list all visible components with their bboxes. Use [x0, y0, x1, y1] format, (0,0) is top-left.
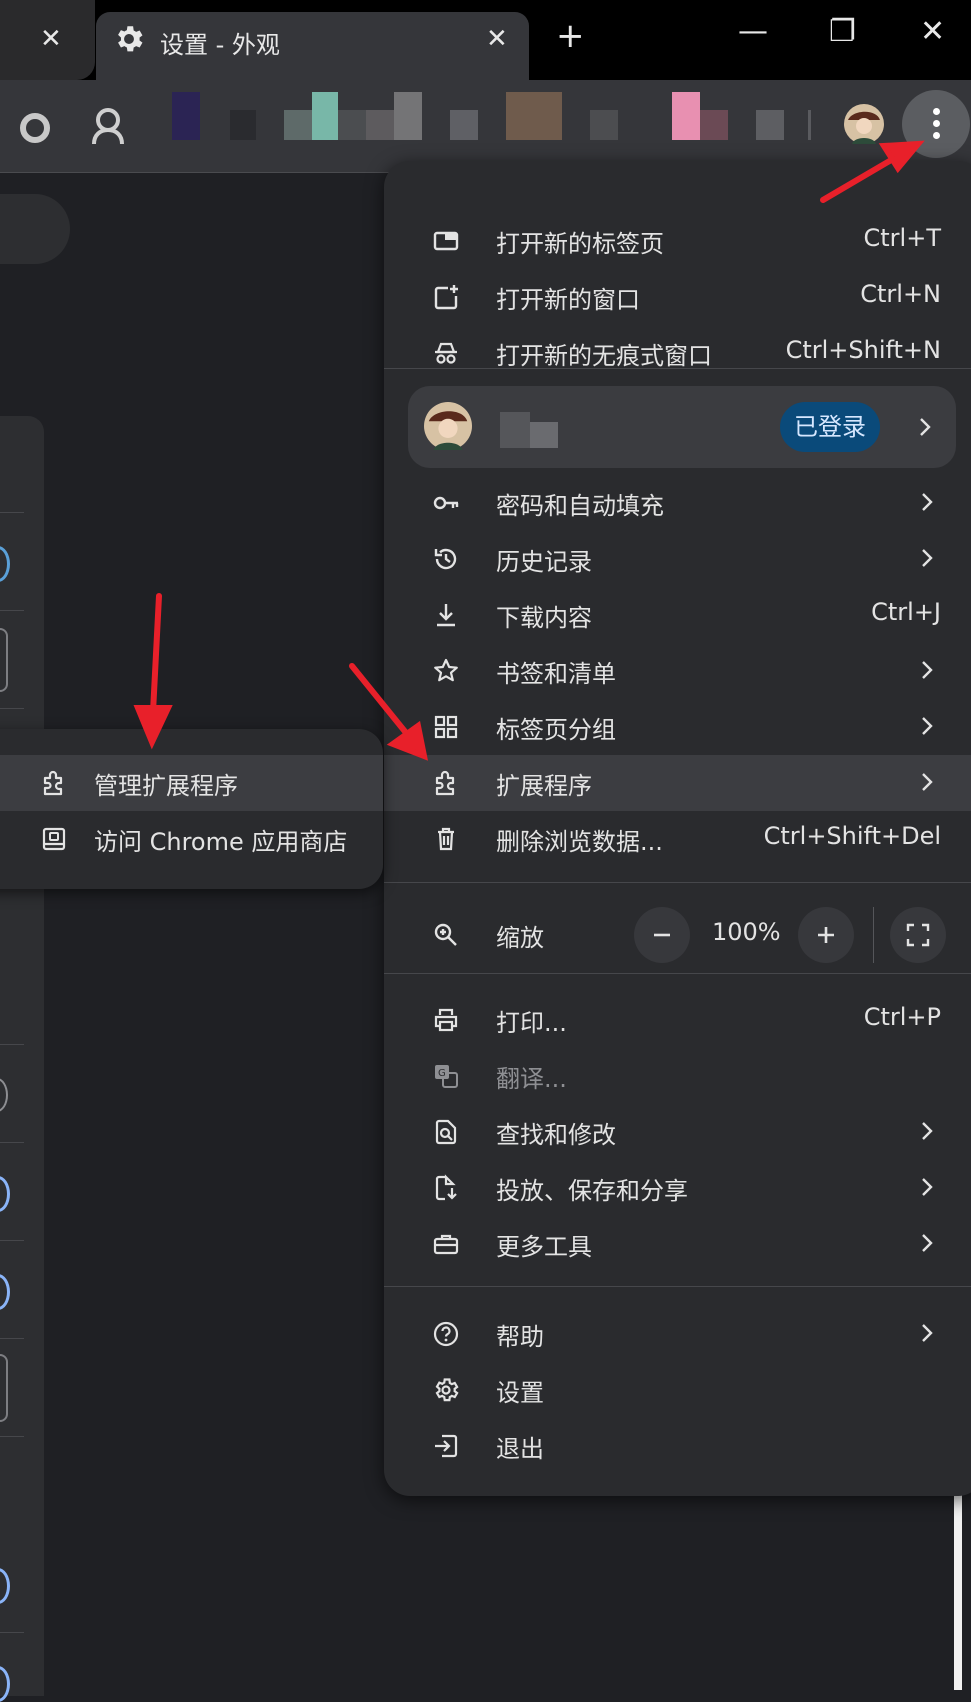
close-tab-icon[interactable]: ✕: [486, 24, 508, 54]
chevron-right-icon: [922, 717, 933, 735]
dropdown-edge[interactable]: [0, 628, 8, 692]
menu-separator: [384, 1286, 971, 1287]
zoom-in-icon: [434, 923, 457, 946]
settings-card: [0, 416, 44, 1696]
dropdown-edge[interactable]: [0, 1354, 8, 1422]
profile-name-redacted: [500, 412, 530, 448]
zoom-level: 100%: [712, 918, 781, 946]
zoom-in-button[interactable]: [798, 907, 854, 963]
new-window-icon: [434, 285, 458, 310]
gear-icon: [118, 26, 143, 52]
star-icon: [434, 658, 458, 682]
previous-tab[interactable]: ✕: [0, 0, 95, 80]
chevron-right-icon: [922, 1234, 933, 1252]
profile-avatar[interactable]: [844, 104, 884, 144]
minus-icon: [654, 933, 670, 937]
menu-item-tab-groups[interactable]: 标签页分组: [384, 699, 971, 755]
fullscreen-button[interactable]: [890, 907, 946, 963]
menu-item-downloads[interactable]: 下载内容 Ctrl+J: [384, 587, 971, 643]
exit-icon: [435, 1434, 458, 1458]
menu-item-translate[interactable]: G 翻译...: [384, 1048, 971, 1104]
history-icon: [434, 548, 457, 570]
menu-item-history[interactable]: 历史记录: [384, 531, 971, 587]
toolbar-divider: [808, 110, 811, 140]
web-store-icon: [42, 827, 66, 851]
menu-item-clear-browsing-data[interactable]: 删除浏览数据... Ctrl+Shift+Del: [384, 811, 971, 867]
menu-item-print[interactable]: 打印... Ctrl+P: [384, 992, 971, 1048]
minimize-button[interactable]: —: [738, 14, 768, 49]
incognito-icon: [435, 342, 457, 364]
toolbox-icon: [433, 1234, 459, 1255]
chevron-right-icon: [922, 773, 933, 791]
new-tab-button[interactable]: +: [556, 16, 585, 56]
menu-separator: [384, 368, 971, 369]
fullscreen-icon: [906, 923, 930, 947]
extensions-submenu: 管理扩展程序 访问 Chrome 应用商店: [0, 729, 383, 889]
more-vert-icon: [933, 108, 940, 115]
profile-avatar: [424, 402, 472, 450]
find-in-page-icon: [435, 1119, 457, 1145]
signed-in-badge: 已登录: [780, 402, 880, 452]
plus-icon: [818, 927, 834, 943]
svg-text:G: G: [438, 1068, 446, 1079]
tab-title: 设置 - 外观: [160, 31, 280, 59]
close-window-button[interactable]: ✕: [920, 14, 945, 49]
menu-item-find-and-edit[interactable]: 查找和修改: [384, 1104, 971, 1160]
chrome-main-menu: 打开新的标签页 Ctrl+T 打开新的窗口 Ctrl+N 打开新的无痕式窗口 C…: [384, 161, 971, 1496]
trash-icon: [438, 827, 454, 851]
settings-search-box[interactable]: [0, 194, 70, 264]
extension-icon[interactable]: [20, 113, 50, 143]
page-scrollbar[interactable]: [954, 1480, 962, 1690]
chevron-right-icon: [920, 418, 931, 436]
menu-item-more-tools[interactable]: 更多工具: [384, 1216, 971, 1272]
extension-avatar-icon[interactable]: [90, 106, 126, 146]
menu-item-zoom: 缩放 100%: [384, 901, 971, 969]
chevron-right-icon: [922, 493, 933, 511]
menu-item-extensions[interactable]: 扩展程序: [384, 755, 971, 811]
download-icon: [437, 604, 455, 627]
menu-item-settings[interactable]: 设置: [384, 1362, 971, 1418]
chevron-right-icon: [922, 1324, 933, 1342]
save-page-icon: [435, 1174, 457, 1201]
new-tab-icon: [433, 231, 459, 251]
grid-icon: [434, 715, 458, 739]
restore-button[interactable]: ❐: [829, 14, 856, 49]
annotation-arrow: [150, 593, 162, 715]
submenu-item-chrome-web-store[interactable]: 访问 Chrome 应用商店: [0, 811, 383, 867]
key-icon: [433, 496, 459, 510]
menu-item-cast-save-share[interactable]: 投放、保存和分享: [384, 1160, 971, 1216]
menu-item-exit[interactable]: 退出: [384, 1418, 971, 1474]
menu-item-new-incognito[interactable]: 打开新的无痕式窗口 Ctrl+Shift+N: [384, 325, 971, 381]
menu-separator: [384, 882, 971, 883]
chevron-right-icon: [922, 549, 933, 567]
tab-settings-appearance[interactable]: 设置 - 外观 ✕: [96, 12, 529, 80]
menu-profile-row[interactable]: 已登录: [408, 386, 956, 468]
chrome-menu-button[interactable]: [902, 90, 970, 158]
menu-item-passwords[interactable]: 密码和自动填充: [384, 475, 971, 531]
menu-separator: [384, 973, 971, 974]
toolbar: [0, 80, 971, 173]
submenu-item-manage-extensions[interactable]: 管理扩展程序: [0, 755, 383, 811]
menu-item-help[interactable]: 帮助: [384, 1306, 971, 1362]
puzzle-icon: [43, 770, 63, 796]
zoom-divider: [873, 907, 874, 963]
help-icon: [433, 1321, 459, 1347]
chevron-right-icon: [922, 1122, 933, 1140]
close-tab-icon[interactable]: ✕: [40, 24, 62, 54]
chevron-right-icon: [922, 1178, 933, 1196]
printer-icon: [434, 1008, 458, 1032]
gear-icon: [435, 1378, 459, 1402]
translate-icon: G: [435, 1065, 458, 1088]
puzzle-icon: [435, 770, 455, 796]
menu-item-new-tab[interactable]: 打开新的标签页 Ctrl+T: [384, 213, 971, 269]
zoom-out-button[interactable]: [634, 907, 690, 963]
menu-item-new-window[interactable]: 打开新的窗口 Ctrl+N: [384, 269, 971, 325]
menu-item-bookmarks[interactable]: 书签和清单: [384, 643, 971, 699]
chevron-right-icon: [922, 661, 933, 679]
